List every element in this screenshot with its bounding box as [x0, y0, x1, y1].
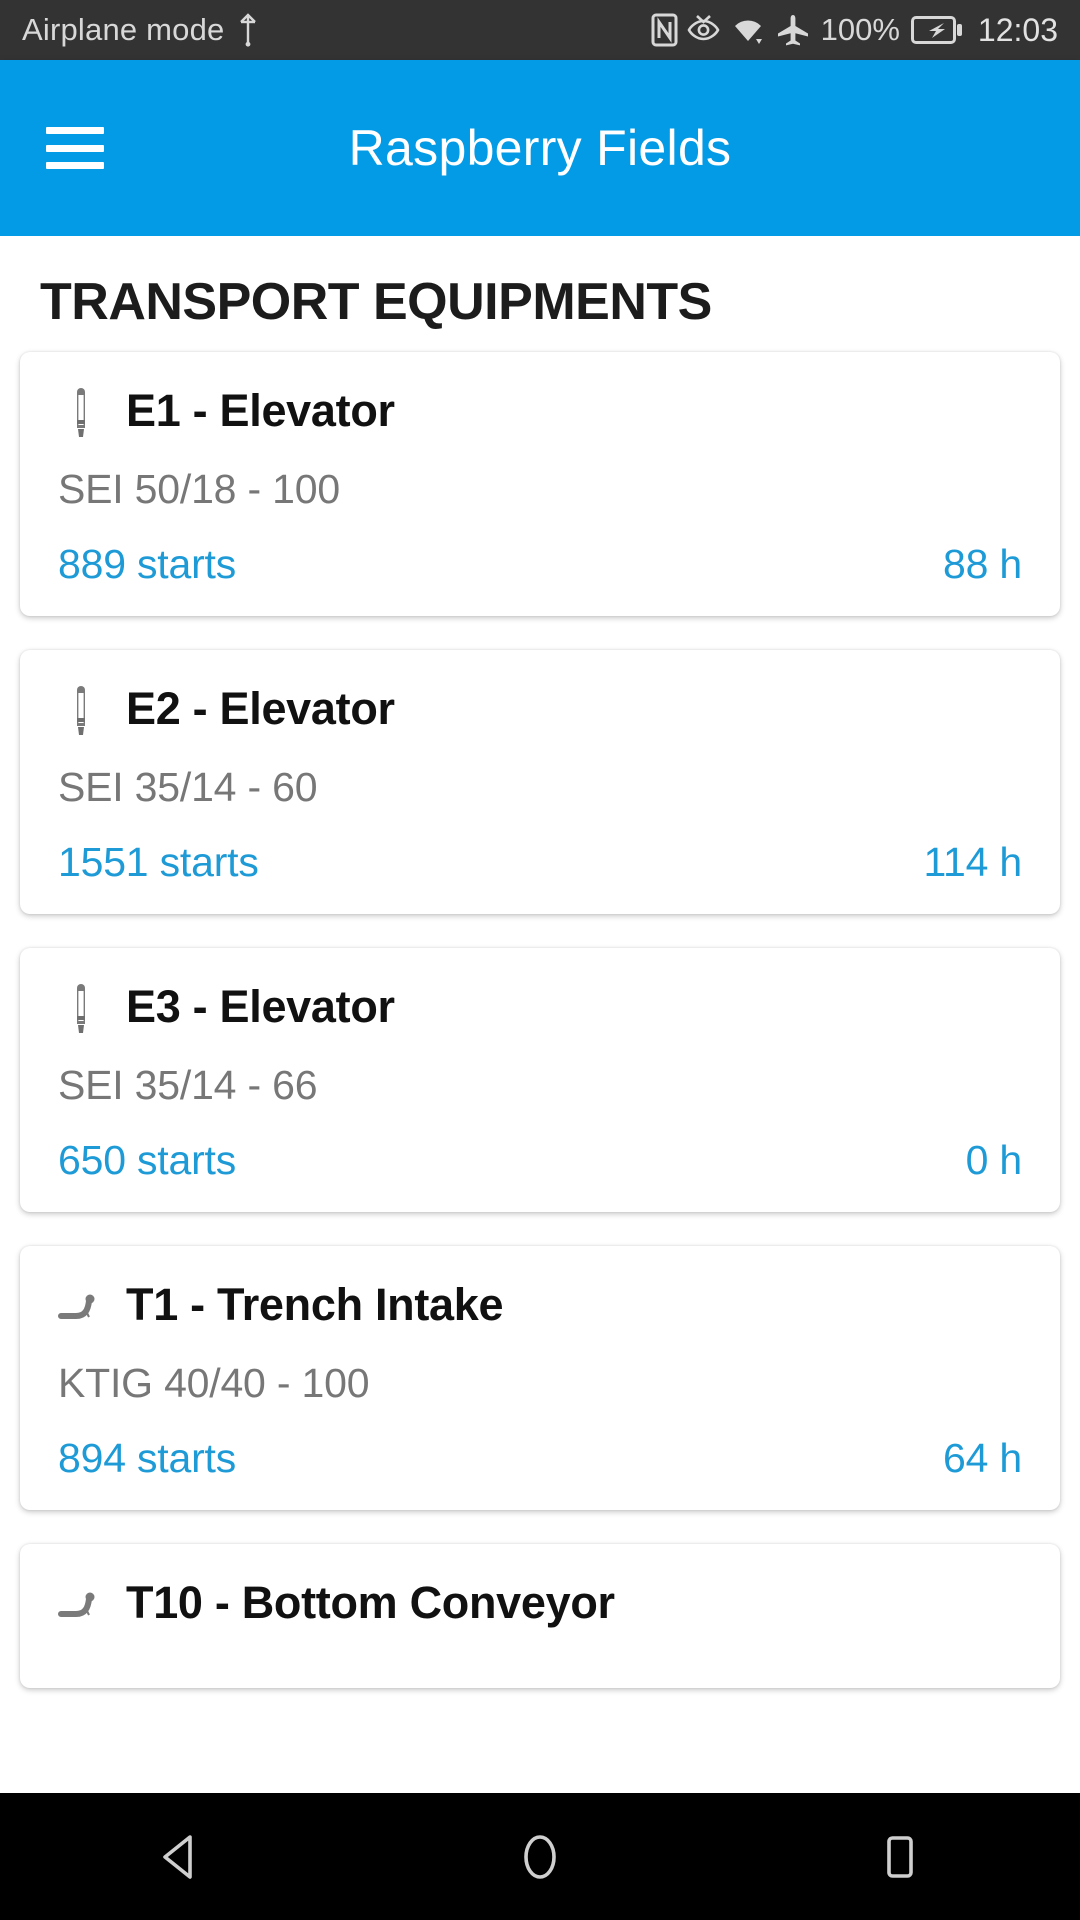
recents-square-icon[interactable] — [800, 1793, 1000, 1920]
equipment-starts: 650 starts — [58, 1137, 237, 1183]
home-circle-icon[interactable] — [440, 1793, 640, 1920]
airplane-mode-label: Airplane mode — [22, 12, 225, 47]
equipment-starts: 894 starts — [58, 1435, 237, 1481]
battery-percent-label: 100% — [820, 12, 900, 47]
hamburger-bar-2 — [46, 144, 104, 152]
equipment-hours: 114 h — [923, 839, 1022, 885]
usb-icon — [237, 13, 259, 47]
equipment-starts: 1551 starts — [58, 839, 259, 885]
equipment-starts: 889 starts — [58, 541, 237, 587]
equipment-model: SEI 35/14 - 66 — [58, 1062, 318, 1108]
elevator-icon — [58, 978, 104, 1036]
equipment-card-footer: 650 starts 0 h — [58, 1137, 1022, 1184]
airplane-mode-icon — [776, 14, 810, 46]
equipment-card-header: T1 - Trench Intake — [58, 1276, 1022, 1334]
equipment-hours: 88 h — [943, 541, 1022, 587]
equipment-card-footer: 1551 starts 114 h — [58, 839, 1022, 886]
hamburger-bar-3 — [46, 162, 104, 169]
conveyor-icon — [58, 1276, 104, 1334]
equipment-card-header: E1 - Elevator — [58, 382, 1022, 440]
elevator-icon — [58, 382, 104, 440]
equipment-card-header: E2 - Elevator — [58, 680, 1022, 738]
nfc-icon — [651, 13, 678, 47]
android-navigation-bar — [0, 1793, 1080, 1920]
wifi-icon — [729, 14, 767, 46]
equipment-model: SEI 50/18 - 100 — [58, 466, 340, 512]
status-bar-right: 100% 12:03 — [651, 12, 1058, 49]
battery-charging-icon — [910, 15, 963, 45]
equipment-card-header: E3 - Elevator — [58, 978, 1022, 1036]
equipment-card-footer: 894 starts 64 h — [58, 1435, 1022, 1482]
equipment-card[interactable]: E1 - Elevator SEI 50/18 - 100 889 starts… — [20, 352, 1060, 616]
main-content: TRANSPORT EQUIPMENTS E1 - Elevator SEI 5… — [0, 236, 1080, 1793]
elevator-icon — [58, 680, 104, 738]
hamburger-menu-icon[interactable] — [46, 127, 104, 169]
equipment-card[interactable]: E3 - Elevator SEI 35/14 - 66 650 starts … — [20, 948, 1060, 1212]
back-triangle-icon[interactable] — [80, 1793, 280, 1920]
eye-comfort-icon — [687, 14, 720, 46]
equipment-hours: 64 h — [943, 1435, 1022, 1481]
equipment-name: E3 - Elevator — [126, 981, 395, 1032]
status-bar: Airplane mode 100% 12:03 — [0, 0, 1080, 60]
equipment-card-footer: 889 starts 88 h — [58, 541, 1022, 588]
equipment-name: T10 - Bottom Conveyor — [126, 1577, 615, 1628]
equipment-model: SEI 35/14 - 60 — [58, 764, 318, 810]
equipment-card[interactable]: E2 - Elevator SEI 35/14 - 60 1551 starts… — [20, 650, 1060, 914]
status-bar-clock: 12:03 — [977, 11, 1058, 48]
page-title: TRANSPORT EQUIPMENTS — [40, 273, 712, 331]
equipment-model: KTIG 40/40 - 100 — [58, 1360, 370, 1406]
hamburger-bar-1 — [46, 127, 104, 134]
app-bar: Raspberry Fields — [0, 60, 1080, 236]
conveyor-icon — [58, 1574, 104, 1632]
equipment-list: E1 - Elevator SEI 50/18 - 100 889 starts… — [0, 352, 1080, 1688]
equipment-hours: 0 h — [965, 1137, 1023, 1183]
equipment-name: E1 - Elevator — [126, 385, 395, 436]
app-title: Raspberry Fields — [348, 120, 732, 176]
equipment-card-header: T10 - Bottom Conveyor — [58, 1574, 1022, 1632]
equipment-name: T1 - Trench Intake — [126, 1279, 504, 1330]
status-bar-left: Airplane mode — [22, 12, 259, 48]
equipment-card[interactable]: T1 - Trench Intake KTIG 40/40 - 100 894 … — [20, 1246, 1060, 1510]
equipment-name: E2 - Elevator — [126, 683, 395, 734]
equipment-card[interactable]: T10 - Bottom Conveyor — [20, 1544, 1060, 1688]
